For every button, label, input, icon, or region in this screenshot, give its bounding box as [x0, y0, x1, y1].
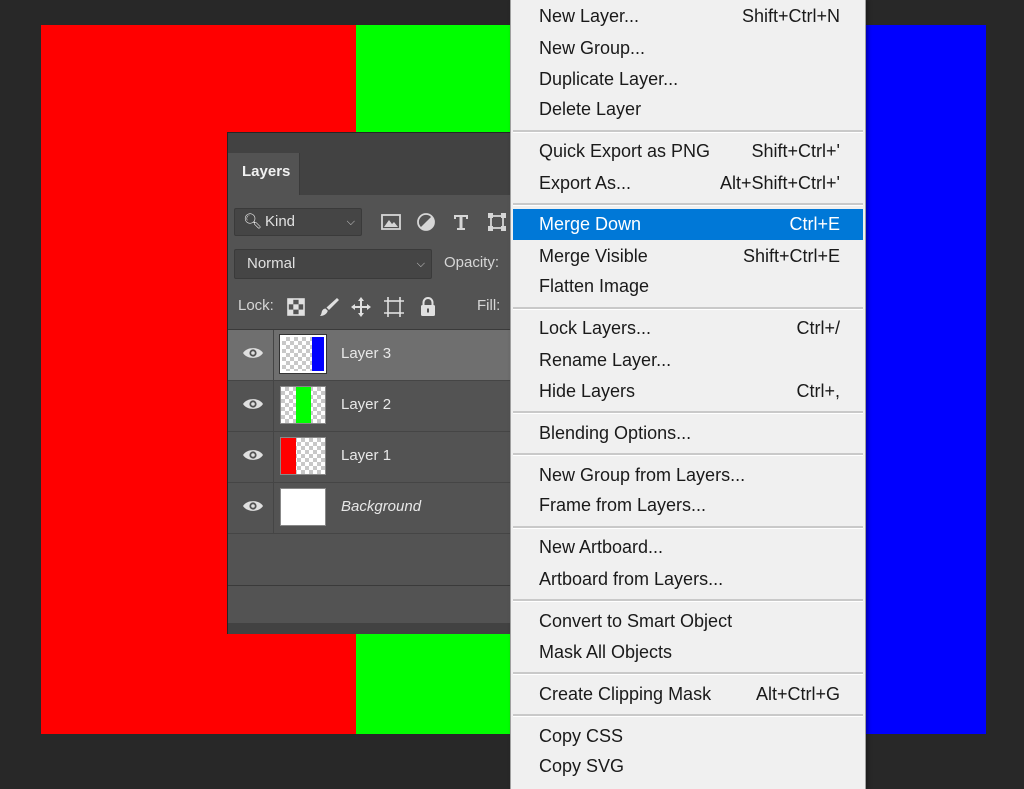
- menu-separator: [513, 599, 863, 602]
- layer-name: Layer 3: [341, 345, 392, 362]
- visibility-toggle[interactable]: [228, 483, 274, 533]
- adjustment-layer-filter-icon[interactable]: [415, 211, 437, 233]
- pixel-layer-filter-icon[interactable]: [380, 211, 402, 233]
- layer-list: Layer 3 Layer 2 Layer 1 Background: [228, 329, 510, 534]
- menu-item-copy-css[interactable]: Copy CSS: [513, 721, 863, 752]
- layer-thumbnail: [280, 437, 326, 475]
- layer-name: Layer 2: [341, 396, 392, 413]
- fill-label: Fill:: [477, 297, 501, 314]
- menu-item-create-clipping-mask[interactable]: Create Clipping Mask Alt+Ctrl+G: [513, 679, 863, 710]
- menu-item-frame-from-layers[interactable]: Frame from Layers...: [513, 490, 863, 521]
- layers-panel: Layers 🔍︎ Kind ⌵ Normal ⌵ Opacity: Lock:…: [227, 132, 510, 634]
- eye-icon: [243, 501, 263, 511]
- tab-layers[interactable]: Layers: [228, 153, 300, 195]
- chevron-down-icon: ⌵: [346, 216, 355, 228]
- layer-filter-row: 🔍︎ Kind ⌵: [228, 203, 510, 237]
- menu-separator: [513, 203, 863, 206]
- panel-bottom-edge: [228, 623, 510, 634]
- menu-separator: [513, 672, 863, 675]
- menu-item-merge-visible[interactable]: Merge Visible Shift+Ctrl+E: [513, 241, 863, 272]
- menu-item-artboard-from-layers[interactable]: Artboard from Layers...: [513, 564, 863, 595]
- chevron-down-icon: ⌵: [416, 258, 425, 270]
- opacity-label: Opacity:: [444, 254, 500, 271]
- layer-row-layer-2[interactable]: Layer 2: [228, 381, 510, 432]
- eye-icon: [243, 450, 263, 460]
- menu-item-rename-layer[interactable]: Rename Layer...: [513, 345, 863, 376]
- menu-separator: [513, 411, 863, 414]
- menu-separator: [513, 307, 863, 310]
- menu-separator: [513, 453, 863, 456]
- panel-tabbar: Layers: [228, 133, 510, 195]
- lock-image-pixels-icon[interactable]: [318, 296, 340, 318]
- layer-row-background[interactable]: Background: [228, 483, 510, 534]
- lock-artboard-icon[interactable]: [383, 296, 405, 318]
- menu-item-delete-layer[interactable]: Delete Layer: [513, 94, 863, 125]
- lock-row: Lock: Fill:: [228, 293, 510, 327]
- filter-kind-label: Kind: [265, 213, 296, 230]
- menu-item-new-artboard[interactable]: New Artboard...: [513, 532, 863, 563]
- menu-item-hide-layers[interactable]: Hide Layers Ctrl+,: [513, 376, 863, 407]
- menu-item-new-group-from-layers[interactable]: New Group from Layers...: [513, 460, 863, 491]
- layer-name: Background: [341, 498, 422, 515]
- menu-item-convert-smart-object[interactable]: Convert to Smart Object: [513, 606, 863, 637]
- lock-position-icon[interactable]: [350, 296, 372, 318]
- search-icon: 🔍︎: [243, 213, 263, 230]
- menu-item-quick-export-png[interactable]: Quick Export as PNG Shift+Ctrl+': [513, 136, 863, 167]
- blend-mode-value: Normal: [247, 255, 296, 272]
- menu-item-flatten-image[interactable]: Flatten Image: [513, 271, 863, 302]
- layer-thumbnail: [280, 488, 326, 526]
- type-layer-filter-icon[interactable]: [450, 211, 472, 233]
- layer-thumbnail: [279, 334, 327, 374]
- visibility-toggle[interactable]: [228, 432, 274, 482]
- filter-kind-select[interactable]: 🔍︎ Kind ⌵: [234, 208, 362, 236]
- menu-item-lock-layers[interactable]: Lock Layers... Ctrl+/: [513, 313, 863, 344]
- layer-context-menu: New Layer... Shift+Ctrl+N New Group... D…: [510, 0, 866, 789]
- visibility-toggle[interactable]: [228, 330, 274, 380]
- layer-row-layer-1[interactable]: Layer 1: [228, 432, 510, 483]
- shape-layer-filter-icon[interactable]: [486, 211, 508, 233]
- menu-item-merge-down[interactable]: Merge Down Ctrl+E: [513, 209, 863, 240]
- panel-footer: [228, 585, 510, 624]
- visibility-toggle[interactable]: [228, 381, 274, 431]
- eye-icon: [243, 348, 263, 358]
- menu-item-export-as[interactable]: Export As... Alt+Shift+Ctrl+': [513, 168, 863, 199]
- lock-all-icon[interactable]: [417, 296, 439, 318]
- menu-separator: [513, 714, 863, 717]
- lock-transparent-pixels-icon[interactable]: [285, 296, 307, 318]
- menu-separator: [513, 526, 863, 529]
- lock-label: Lock:: [238, 297, 274, 314]
- menu-item-blending-options[interactable]: Blending Options...: [513, 418, 863, 449]
- menu-item-new-group[interactable]: New Group...: [513, 33, 863, 64]
- canvas-blue-region: [866, 25, 986, 734]
- menu-separator: [513, 130, 863, 133]
- menu-item-mask-all-objects[interactable]: Mask All Objects: [513, 637, 863, 668]
- menu-item-copy-svg[interactable]: Copy SVG: [513, 751, 863, 782]
- blend-mode-select[interactable]: Normal ⌵: [234, 249, 432, 279]
- layer-thumbnail: [280, 386, 326, 424]
- layer-name: Layer 1: [341, 447, 392, 464]
- menu-item-new-layer[interactable]: New Layer... Shift+Ctrl+N: [513, 1, 863, 32]
- menu-item-duplicate-layer[interactable]: Duplicate Layer...: [513, 64, 863, 95]
- eye-icon: [243, 399, 263, 409]
- layer-row-layer-3[interactable]: Layer 3: [228, 330, 510, 381]
- blend-mode-row: Normal ⌵ Opacity:: [228, 249, 510, 283]
